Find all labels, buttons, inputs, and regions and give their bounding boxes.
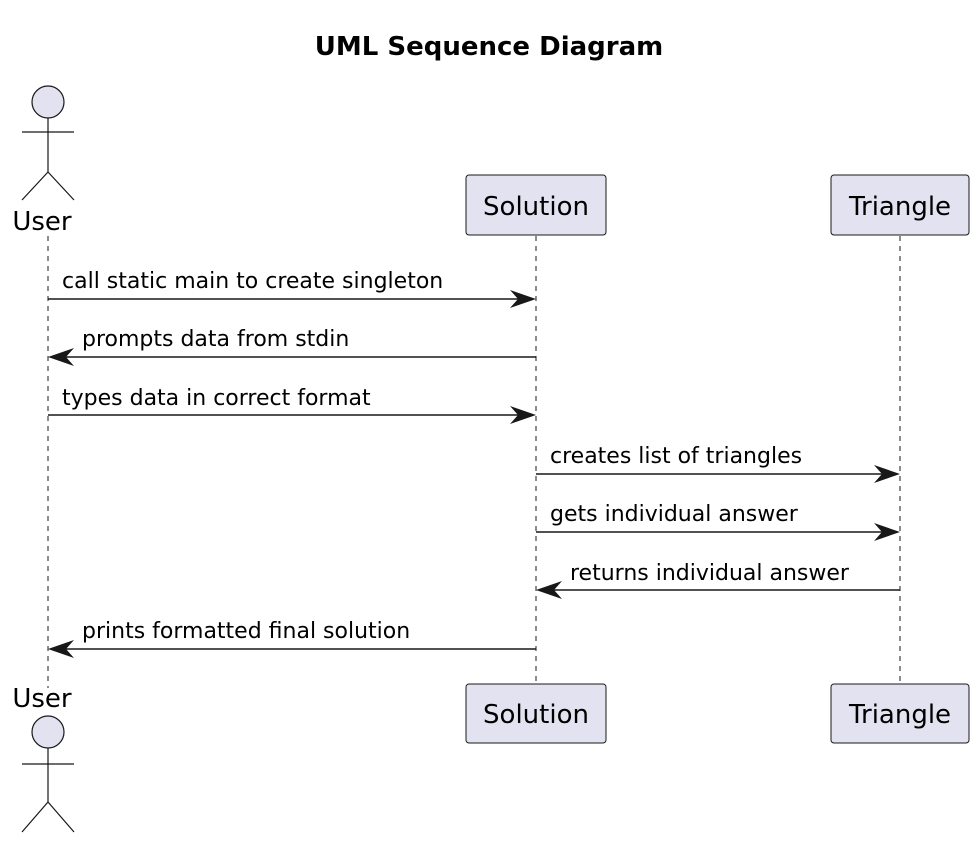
participant-solution-top: Solution — [465, 174, 607, 236]
actor-body-icon — [21, 118, 75, 201]
actor-body-icon — [21, 748, 75, 833]
actor-head-icon — [31, 85, 65, 119]
message-label: types data in correct format — [62, 386, 371, 411]
message-6: returns individual answer — [536, 561, 900, 599]
actor-user-bottom: User — [12, 684, 75, 833]
message-label: prompts data from stdin — [82, 327, 349, 352]
participant-label: Solution — [483, 192, 589, 222]
message-4: creates list of triangles — [536, 444, 900, 483]
participant-label: Triangle — [848, 700, 951, 730]
message-label: call static main to create singleton — [62, 269, 443, 294]
participant-triangle-bottom: Triangle — [830, 683, 970, 744]
participant-triangle-top: Triangle — [830, 174, 970, 236]
actor-label: User — [12, 207, 72, 237]
message-2: prompts data from stdin — [48, 327, 536, 366]
message-label: prints formatted final solution — [82, 619, 410, 644]
participant-solution-bottom: Solution — [465, 683, 607, 744]
message-7: prints formatted final solution — [48, 619, 536, 658]
participant-label: Solution — [483, 700, 589, 730]
actor-head-icon — [31, 715, 65, 749]
message-label: gets individual answer — [550, 502, 799, 527]
message-5: gets individual answer — [536, 502, 900, 541]
message-label: creates list of triangles — [550, 444, 802, 469]
message-3: types data in correct format — [48, 386, 536, 424]
actor-label: User — [12, 684, 72, 714]
participant-label: Triangle — [848, 192, 951, 222]
actor-user-top: User — [12, 85, 75, 237]
message-1: call static main to create singleton — [48, 269, 536, 308]
diagram-title: UML Sequence Diagram — [315, 32, 663, 62]
message-label: returns individual answer — [570, 561, 850, 586]
sequence-diagram: UML Sequence Diagram User Solution Trian… — [12, 32, 970, 833]
